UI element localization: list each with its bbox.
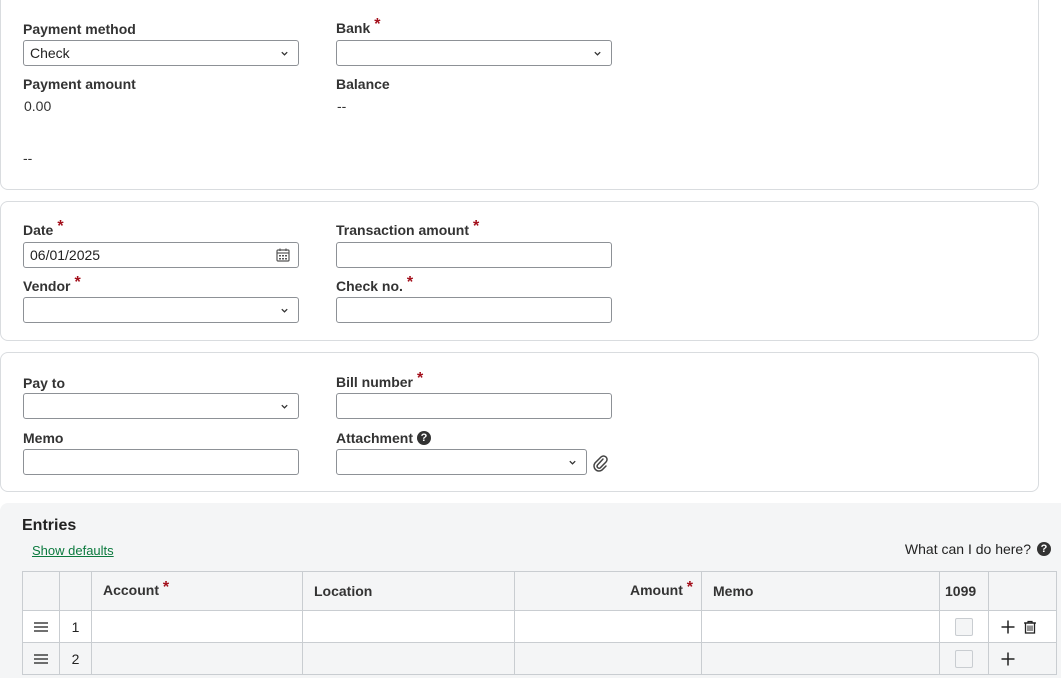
entries-section: Entries Show defaults What can I do here… [0,503,1061,678]
calendar-icon[interactable] [276,248,290,262]
location-cell[interactable] [302,642,515,675]
location-cell[interactable] [302,610,515,643]
help-text: What can I do here? [904,541,1031,557]
memo-cell[interactable] [701,610,940,643]
amount-cell[interactable] [514,610,702,643]
entries-title: Entries [22,517,77,534]
chevron-down-icon [569,460,576,465]
drag-cell[interactable] [22,642,60,675]
drag-handle-icon[interactable] [34,653,48,664]
vendor-select[interactable] [23,297,299,323]
date-input[interactable]: 06/01/2025 [23,242,299,268]
row-number: 2 [59,642,92,675]
plus-icon[interactable] [1001,652,1015,666]
transaction-amount-input[interactable] [336,242,612,268]
bank-select[interactable] [336,40,612,66]
show-defaults-link[interactable]: Show defaults [32,543,114,558]
payment-amount-label: Payment amount [23,76,136,92]
memo-input[interactable] [23,449,299,475]
form1099-checkbox[interactable] [955,617,973,636]
actions-cell [988,642,1057,675]
required-marker: * [162,579,170,596]
attachment-select[interactable] [336,449,587,475]
check-no-input[interactable] [336,297,612,323]
payto-card: Pay to Bill number * Memo Attachment ? [0,352,1039,492]
required-marker: * [473,218,480,235]
account-cell[interactable] [91,610,303,643]
required-marker: * [74,274,81,291]
pay-to-select[interactable] [23,393,299,419]
attachment-label: Attachment ? [336,430,432,446]
drag-cell[interactable] [22,610,60,643]
memo-cell[interactable] [701,642,940,675]
table-header-row: Account * Location Amount * Memo 1099 [22,571,1057,611]
required-marker: * [57,218,64,235]
chevron-down-icon [281,51,288,56]
balance-value: -- [337,98,347,114]
table-row: 1 [22,610,1057,643]
memo-label: Memo [23,430,64,446]
actions-cell [988,610,1057,643]
details-card: Date * 06/01/2025 Transaction amount * V… [0,201,1039,341]
pay-to-label: Pay to [23,375,66,391]
paperclip-icon[interactable] [592,454,608,472]
header-1099: 1099 [939,571,989,611]
what-can-i-do-help[interactable]: What can I do here? ? [905,541,1051,557]
header-amount: Amount * [514,571,702,611]
header-num [59,571,92,611]
help-icon: ? [1037,542,1051,556]
balance-label: Balance [336,76,390,92]
payment-method-label: Payment method [23,21,136,37]
header-actions [988,571,1057,611]
required-marker: * [374,16,381,33]
vendor-label: Vendor * [23,274,81,294]
date-label: Date * [23,218,64,238]
required-marker: * [686,579,693,596]
amount-cell[interactable] [514,642,702,675]
drag-handle-icon[interactable] [34,621,48,632]
bill-number-label: Bill number * [336,370,424,390]
header-location: Location [302,571,515,611]
header-account: Account * [91,571,303,611]
form1099-checkbox[interactable] [955,649,973,668]
form1099-cell [939,642,989,675]
form1099-cell [939,610,989,643]
row-actions [989,620,1056,634]
payment-amount-value: 0.00 [24,98,52,114]
table-row: 2 [22,642,1057,675]
help-icon[interactable]: ? [417,431,432,445]
required-marker: * [417,370,424,387]
trash-icon[interactable] [1023,620,1037,634]
chevron-down-icon [281,308,288,313]
bank-label: Bank * [336,16,381,36]
bill-number-input[interactable] [336,393,612,419]
account-cell[interactable] [91,642,303,675]
header-memo: Memo [701,571,940,611]
header-drag [22,571,60,611]
plus-icon[interactable] [1001,620,1015,634]
chevron-down-icon [594,51,601,56]
row-actions [989,652,1056,666]
entries-table: Account * Location Amount * Memo 1099 1 [22,571,1057,675]
placeholder-value: -- [23,150,33,166]
row-number: 1 [59,610,92,643]
required-marker: * [406,274,414,291]
payment-card: Payment method Check Bank * Payment amou… [0,0,1039,190]
transaction-amount-label: Transaction amount * [336,218,480,238]
chevron-down-icon [281,404,288,409]
payment-method-select[interactable]: Check [23,40,299,66]
check-no-label: Check no. * [336,274,414,294]
